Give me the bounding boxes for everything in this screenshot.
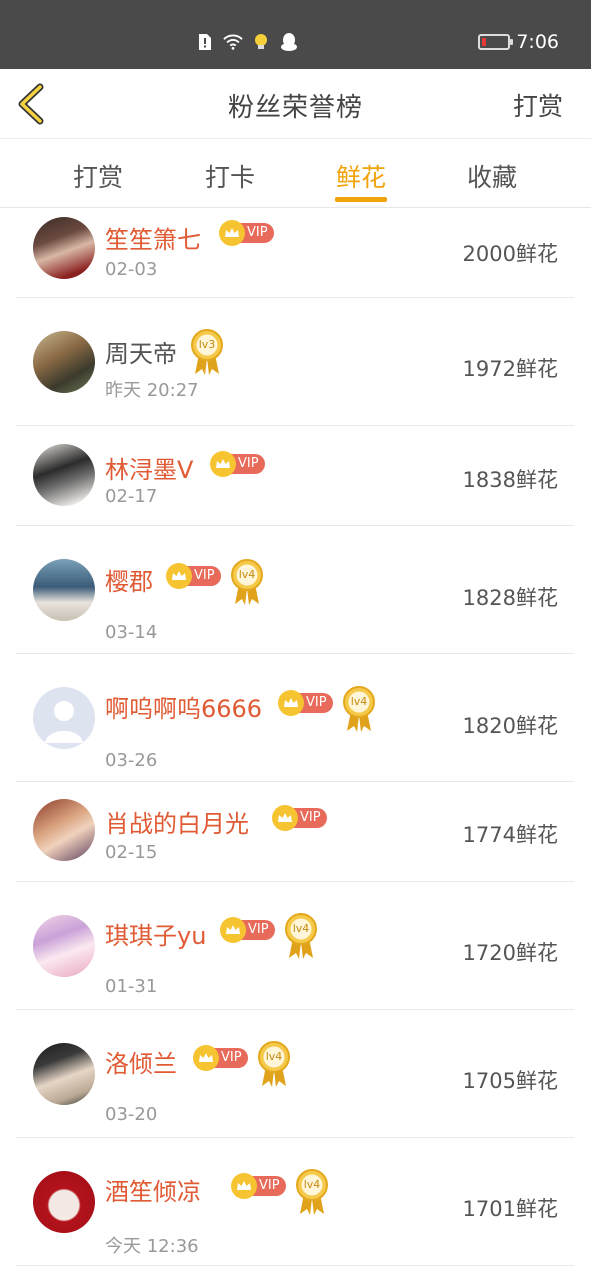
list-item[interactable]: 啊呜啊呜6666 VIP lv4 03-26 1820鲜花	[16, 654, 574, 782]
list-item[interactable]: 笙笙箫七 VIP 02-03 2000鲜花	[16, 208, 574, 298]
avatar[interactable]	[33, 1043, 95, 1105]
avatar[interactable]	[33, 915, 95, 977]
list-item[interactable]: 樱郡 VIP lv4 03-14 1828鲜花	[16, 526, 574, 654]
date: 02-17	[105, 486, 158, 507]
list-item[interactable]: 肖战的白月光 VIP 02-15 1774鲜花	[16, 782, 574, 882]
vip-badge: VIP	[231, 1173, 286, 1199]
tab-favorites[interactable]: 收藏	[452, 158, 532, 194]
date: 02-15	[105, 842, 158, 863]
vip-badge: VIP	[166, 563, 221, 589]
tab-bar: 打赏 打卡 鲜花 收藏	[0, 140, 591, 208]
level-label: lv4	[265, 1050, 283, 1063]
crown-icon	[219, 220, 245, 246]
flower-count: 1820鲜花	[462, 714, 558, 738]
qq-penguin-icon	[279, 32, 299, 52]
date: 今天 12:36	[105, 1236, 199, 1257]
date: 01-31	[105, 976, 158, 997]
level-label: lv4	[292, 922, 310, 935]
flower-count: 1774鲜花	[462, 823, 558, 847]
vip-badge: VIP	[219, 220, 274, 246]
tab-flowers[interactable]: 鲜花	[321, 158, 401, 194]
avatar[interactable]	[33, 799, 95, 861]
level-label: lv4	[350, 695, 368, 708]
level-medal-icon: lv4	[230, 558, 264, 606]
crown-icon	[278, 690, 304, 716]
user-name[interactable]: 洛倾兰	[105, 1044, 177, 1079]
level-label: lv4	[238, 568, 256, 581]
page-title: 粉丝荣誉榜	[227, 93, 363, 123]
user-silhouette-icon	[45, 701, 83, 743]
avatar[interactable]	[33, 559, 95, 621]
crown-icon	[272, 805, 298, 831]
default-avatar[interactable]	[33, 687, 95, 749]
vip-badge: VIP	[193, 1045, 248, 1071]
user-name[interactable]: 酒笙倾凉	[105, 1172, 201, 1207]
sim-alert-icon	[195, 32, 215, 52]
tab-checkin[interactable]: 打卡	[190, 158, 270, 194]
reward-button[interactable]: 打赏	[513, 87, 563, 123]
user-name[interactable]: 肖战的白月光	[105, 804, 249, 839]
flower-count: 1705鲜花	[462, 1069, 558, 1093]
title-bar: 粉丝荣誉榜 打赏	[0, 69, 591, 139]
avatar[interactable]	[33, 1171, 95, 1233]
battery-icon	[478, 34, 514, 50]
vip-badge: VIP	[278, 690, 333, 716]
status-right: 7:06	[478, 31, 559, 53]
vip-badge: VIP	[272, 805, 327, 831]
user-name[interactable]: 啊呜啊呜6666	[105, 689, 262, 724]
flower-count: 1828鲜花	[462, 586, 558, 610]
crown-icon	[166, 563, 192, 589]
level-label: lv3	[198, 338, 216, 351]
crown-icon	[220, 917, 246, 943]
user-name[interactable]: 林浔墨V	[105, 450, 193, 485]
crown-icon	[193, 1045, 219, 1071]
user-name[interactable]: 笙笙箫七	[105, 220, 201, 255]
crown-icon	[210, 451, 236, 477]
wifi-icon	[223, 32, 243, 52]
list-item[interactable]: 琪琪子yu VIP lv4 01-31 1720鲜花	[16, 882, 574, 1010]
flower-count: 1972鲜花	[462, 357, 558, 381]
avatar[interactable]	[33, 331, 95, 393]
bulb-icon	[251, 32, 271, 52]
vip-badge: VIP	[220, 917, 275, 943]
level-medal-icon: lv4	[342, 685, 376, 733]
date: 02-03	[105, 259, 158, 280]
list-item[interactable]: 洛倾兰 VIP lv4 03-20 1705鲜花	[16, 1010, 574, 1138]
flower-count: 1838鲜花	[462, 468, 558, 492]
avatar[interactable]	[33, 444, 95, 506]
status-icons	[195, 32, 299, 52]
level-label: lv4	[303, 1178, 321, 1191]
date: 昨天 20:27	[105, 380, 199, 401]
user-name[interactable]: 樱郡	[105, 562, 153, 597]
date: 03-20	[105, 1104, 158, 1125]
level-medal-icon: lv4	[284, 912, 318, 960]
level-medal-icon: lv3	[190, 328, 224, 376]
active-tab-indicator	[335, 197, 387, 202]
status-bar: 7:06	[0, 0, 591, 69]
tab-reward[interactable]: 打赏	[58, 158, 138, 194]
date: 03-14	[105, 622, 158, 643]
user-name[interactable]: 周天帝	[105, 334, 177, 369]
user-name[interactable]: 琪琪子yu	[105, 916, 206, 951]
clock: 7:06	[516, 31, 559, 53]
date: 03-26	[105, 750, 158, 771]
list-item[interactable]: 林浔墨V VIP 02-17 1838鲜花	[16, 426, 574, 526]
flower-count: 1720鲜花	[462, 941, 558, 965]
flower-count: 2000鲜花	[462, 242, 558, 266]
level-medal-icon: lv4	[257, 1040, 291, 1088]
flower-count: 1701鲜花	[462, 1197, 558, 1221]
crown-icon	[231, 1173, 257, 1199]
vip-badge: VIP	[210, 451, 265, 477]
avatar[interactable]	[33, 217, 95, 279]
list-item[interactable]: 周天帝 lv3 昨天 20:27 1972鲜花	[16, 298, 574, 426]
list-item[interactable]: 酒笙倾凉 VIP lv4 今天 12:36 1701鲜花	[16, 1138, 574, 1266]
level-medal-icon: lv4	[295, 1168, 329, 1216]
